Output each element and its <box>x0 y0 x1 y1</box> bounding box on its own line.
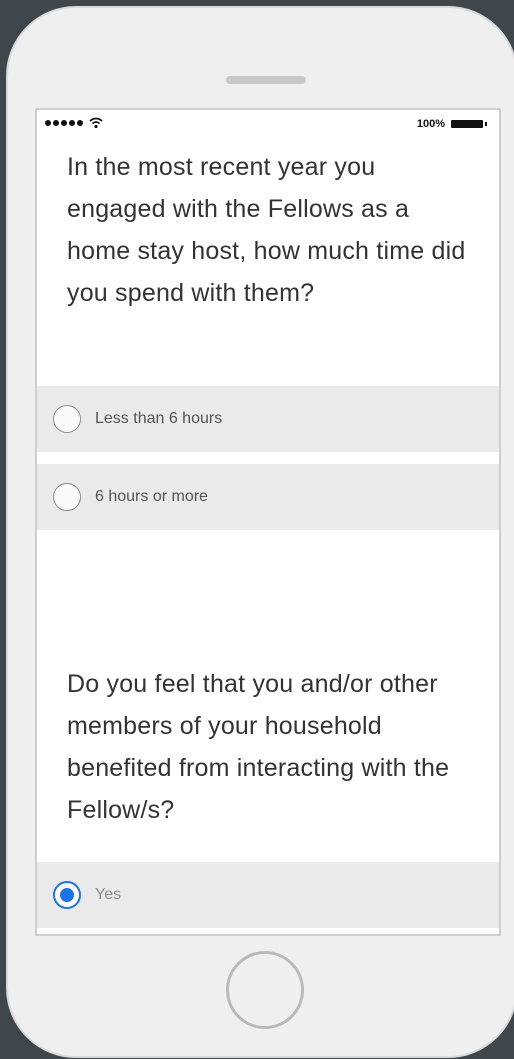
question-time-spent: In the most recent year you engaged with… <box>67 153 466 307</box>
battery-percentage: 100% <box>416 118 445 130</box>
speaker-slot <box>226 76 306 84</box>
radio-button[interactable] <box>53 405 81 433</box>
option-less-than-6-hours[interactable]: Less than 6 hours <box>37 386 499 452</box>
phone-screen: 100% In the most recent year you engaged… <box>35 108 501 936</box>
option-yes[interactable]: Yes <box>37 862 499 928</box>
battery-icon <box>451 120 487 128</box>
option-label: 6 hours or more <box>95 488 208 505</box>
option-6-hours-or-more[interactable]: 6 hours or more <box>37 464 499 530</box>
signal-strength-icon <box>45 120 83 126</box>
home-button[interactable] <box>226 951 304 1029</box>
status-bar: 100% <box>37 110 499 138</box>
radio-button-selected[interactable] <box>53 881 81 909</box>
question-household-benefit: Do you feel that you and/or other member… <box>67 670 450 824</box>
option-label: Yes <box>95 886 122 903</box>
phone-frame: 100% In the most recent year you engaged… <box>6 6 514 1058</box>
option-label: Less than 6 hours <box>95 410 223 427</box>
wifi-icon <box>89 117 103 129</box>
radio-button[interactable] <box>53 483 81 511</box>
